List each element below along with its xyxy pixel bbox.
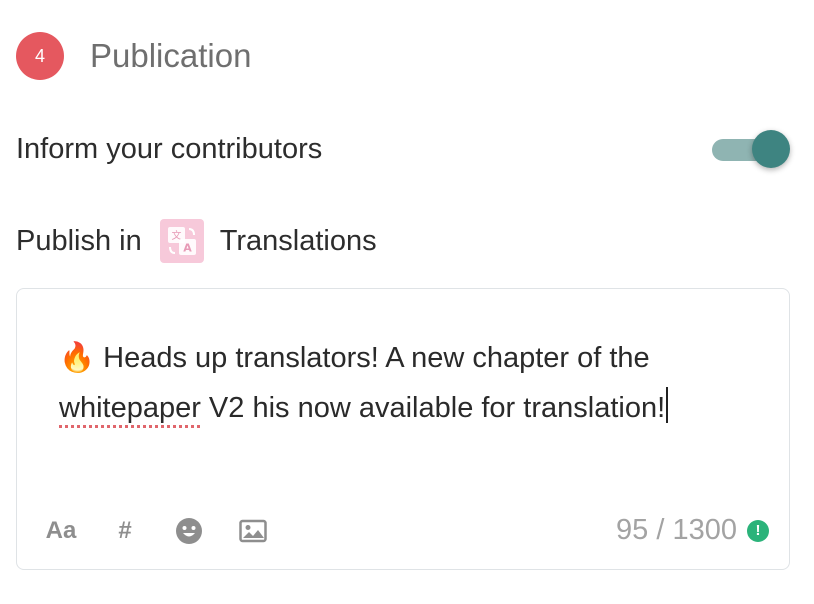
step-header: 4 Publication [16, 30, 251, 82]
character-counter-text: 95 / 1300 [616, 514, 737, 546]
publish-in-row: Publish in 文 A Translations [16, 216, 377, 266]
message-text-part-2: V2 his now available for translation! [200, 392, 666, 424]
step-number-badge: 4 [16, 32, 64, 80]
fire-emoji: 🔥 [59, 342, 96, 374]
channel-name: Translations [219, 224, 377, 257]
publish-in-label: Publish in [16, 224, 142, 257]
inform-contributors-row: Inform your contributors [16, 128, 792, 170]
message-editor[interactable]: 🔥 Heads up translators! A new chapter of… [16, 288, 790, 570]
text-cursor [666, 387, 669, 423]
hashtag-icon[interactable]: # [105, 511, 145, 551]
message-text[interactable]: 🔥 Heads up translators! A new chapter of… [59, 333, 749, 433]
message-text-part-1: Heads up translators! A new chapter of t… [95, 342, 650, 374]
svg-text:A: A [183, 242, 192, 255]
image-icon[interactable] [233, 511, 273, 551]
editor-toolbar: Aa # [41, 511, 297, 551]
toggle-knob [752, 130, 790, 168]
inform-contributors-label: Inform your contributors [16, 132, 323, 165]
translate-icon: 文 A [159, 219, 204, 263]
exclamation-icon: ! [747, 519, 769, 542]
emoji-icon[interactable] [169, 511, 209, 551]
step-title: Publication [90, 37, 252, 74]
inform-contributors-toggle[interactable] [712, 128, 792, 170]
misspelled-word: whitepaper [59, 392, 201, 424]
format-text-icon[interactable]: Aa [41, 511, 81, 551]
character-counter: 95 / 1300 ! [616, 514, 769, 547]
